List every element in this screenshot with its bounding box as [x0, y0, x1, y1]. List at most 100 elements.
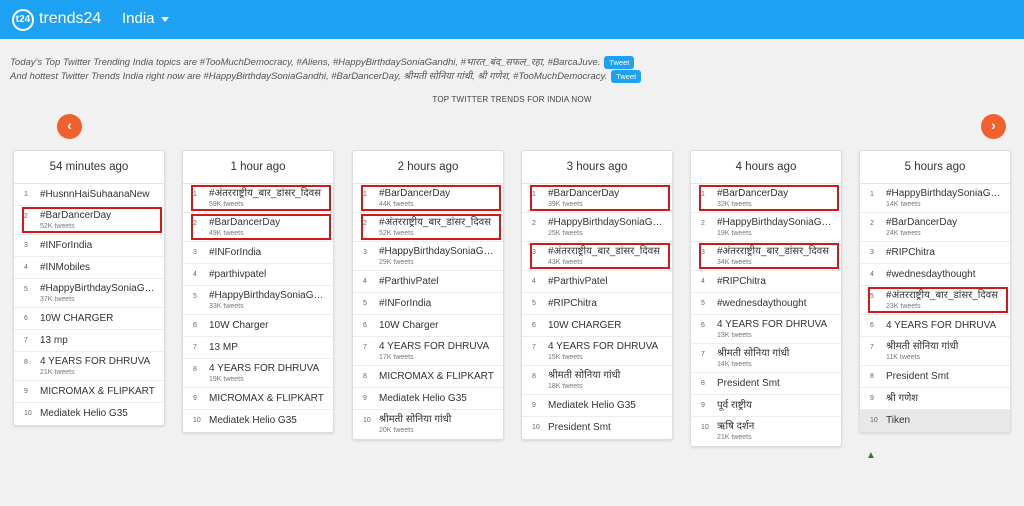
trend-name-link[interactable]: ऋषि दर्शन	[717, 417, 835, 433]
trend-item[interactable]: 8 4 YEARS FOR DHRUVA 21K tweets	[14, 352, 164, 381]
trend-name-link[interactable]: #HappyBirthdaySoniaGandhi	[209, 286, 327, 302]
trend-name-link[interactable]: 4 YEARS FOR DHRUVA	[209, 359, 327, 375]
trend-item[interactable]: 1 #HusnnHaiSuhaanaNew	[14, 184, 164, 206]
trend-name-link[interactable]: #INMobiles	[40, 257, 158, 279]
trend-item[interactable]: 3 #HappyBirthdaySoniaGandhi 29K tweets	[353, 242, 503, 271]
trend-name-link[interactable]: #HappyBirthdaySoniaGandhi	[717, 213, 835, 229]
trend-item[interactable]: 5 #HappyBirthdaySoniaGandhi 37K tweets	[14, 279, 164, 308]
trend-name-link[interactable]: 10W Charger	[379, 315, 497, 337]
trend-name-link[interactable]: श्रीमती सोनिया गांधी	[548, 366, 666, 382]
trend-name-link[interactable]: President Smt	[886, 366, 1004, 388]
trend-item[interactable]: 8 4 YEARS FOR DHRUVA 19K tweets	[183, 359, 333, 388]
trend-item[interactable]: 2 #HappyBirthdaySoniaGandhi 19K tweets	[691, 213, 841, 242]
trend-item[interactable]: 8 President Smt	[860, 366, 1010, 388]
tweet-button[interactable]: Tweet	[611, 69, 642, 83]
trend-name-link[interactable]: #INForIndia	[209, 242, 327, 264]
trend-name-link[interactable]: President Smt	[548, 417, 666, 439]
trend-item[interactable]: 1 #BarDancerDay 44K tweets	[353, 184, 503, 213]
trend-name-link[interactable]: 13 mp	[40, 330, 158, 352]
trend-item[interactable]: 2 #अंतरराष्ट्रीय_बार_डांसर_दिवस 52K tweets	[353, 213, 503, 242]
trend-item[interactable]: 4 #INMobiles	[14, 257, 164, 279]
trend-name-link[interactable]: #अंतरराष्ट्रीय_बार_डांसर_दिवस	[886, 286, 1004, 302]
trend-item[interactable]: 5 #RIPChitra	[522, 293, 672, 315]
trend-name-link[interactable]: 4 YEARS FOR DHRUVA	[548, 337, 666, 353]
trend-item[interactable]: 7 श्रीमती सोनिया गांधी 11K tweets	[860, 337, 1010, 366]
next-arrow-icon[interactable]: ›	[981, 114, 1006, 139]
trend-name-link[interactable]: MICROMAX & FLIPKART	[379, 366, 497, 388]
trend-item[interactable]: 8 President Smt	[691, 373, 841, 395]
trend-item[interactable]: 10 श्रीमती सोनिया गांधी 20K tweets	[353, 410, 503, 439]
trend-item[interactable]: 8 श्रीमती सोनिया गांधी 18K tweets	[522, 366, 672, 395]
trend-name-link[interactable]: #BarDancerDay	[379, 184, 497, 200]
trend-name-link[interactable]: Mediatek Helio G35	[209, 410, 327, 432]
trend-item[interactable]: 5 #INForIndia	[353, 293, 503, 315]
trend-name-link[interactable]: #अंतरराष्ट्रीय_बार_डांसर_दिवस	[717, 242, 835, 258]
trend-item[interactable]: 9 श्री गणेश	[860, 388, 1010, 410]
trend-item[interactable]: 6 4 YEARS FOR DHRUVA 13K tweets	[691, 315, 841, 344]
trend-item[interactable]: 9 MICROMAX & FLIPKART	[183, 388, 333, 410]
trend-item[interactable]: 10 Tiken	[860, 410, 1010, 432]
trend-item[interactable]: 6 10W Charger	[183, 315, 333, 337]
trend-item[interactable]: 7 13 mp	[14, 330, 164, 352]
trend-name-link[interactable]: #अंतरराष्ट्रीय_बार_डांसर_दिवस	[379, 213, 497, 229]
trend-name-link[interactable]: #BarDancerDay	[717, 184, 835, 200]
trend-name-link[interactable]: #BarDancerDay	[40, 206, 158, 222]
trend-name-link[interactable]: पूर्व राष्ट्रीय	[717, 395, 835, 417]
prev-arrow-icon[interactable]: ‹	[57, 114, 82, 139]
trend-name-link[interactable]: 4 YEARS FOR DHRUVA	[379, 337, 497, 353]
trend-item[interactable]: 5 #HappyBirthdaySoniaGandhi 33K tweets	[183, 286, 333, 315]
trend-item[interactable]: 9 Mediatek Helio G35	[353, 388, 503, 410]
trend-name-link[interactable]: 4 YEARS FOR DHRUVA	[717, 315, 835, 331]
trend-item[interactable]: 1 #BarDancerDay 39K tweets	[522, 184, 672, 213]
trend-item[interactable]: 4 #ParthivPatel	[522, 271, 672, 293]
trend-item[interactable]: 4 #ParthivPatel	[353, 271, 503, 293]
trend-name-link[interactable]: #HappyBirthdaySoniaGandhi	[40, 279, 158, 295]
trend-name-link[interactable]: MICROMAX & FLIPKART	[40, 381, 158, 403]
trend-item[interactable]: 7 4 YEARS FOR DHRUVA 17K tweets	[353, 337, 503, 366]
trend-item[interactable]: 7 4 YEARS FOR DHRUVA 15K tweets	[522, 337, 672, 366]
trend-name-link[interactable]: श्रीमती सोनिया गांधी	[886, 337, 1004, 353]
trend-item[interactable]: 5 #wednesdaythought	[691, 293, 841, 315]
trend-item[interactable]: 6 10W CHARGER	[14, 308, 164, 330]
trend-name-link[interactable]: #BarDancerDay	[209, 213, 327, 229]
trend-name-link[interactable]: Tiken	[886, 410, 1004, 432]
trend-name-link[interactable]: #INForIndia	[379, 293, 497, 315]
trend-name-link[interactable]: #INForIndia	[40, 235, 158, 257]
trend-name-link[interactable]: Mediatek Helio G35	[40, 403, 158, 425]
trend-item[interactable]: 1 #BarDancerDay 32K tweets	[691, 184, 841, 213]
trend-item[interactable]: 3 #RIPChitra	[860, 242, 1010, 264]
trend-item[interactable]: 2 #BarDancerDay 52K tweets	[14, 206, 164, 235]
trend-name-link[interactable]: Mediatek Helio G35	[548, 395, 666, 417]
trend-item[interactable]: 4 #RIPChitra	[691, 271, 841, 293]
trend-item[interactable]: 6 10W Charger	[353, 315, 503, 337]
trend-name-link[interactable]: 10W CHARGER	[548, 315, 666, 337]
trend-item[interactable]: 7 श्रीमती सोनिया गांधी 14K tweets	[691, 344, 841, 373]
trend-item[interactable]: 10 ऋषि दर्शन 21K tweets	[691, 417, 841, 446]
trend-item[interactable]: 10 Mediatek Helio G35	[14, 403, 164, 425]
trend-item[interactable]: 10 President Smt	[522, 417, 672, 439]
trend-name-link[interactable]: #ParthivPatel	[548, 271, 666, 293]
trend-item[interactable]: 1 #HappyBirthdaySoniaGandhi 14K tweets	[860, 184, 1010, 213]
brand-name[interactable]: trends24	[39, 10, 101, 28]
trend-name-link[interactable]: #parthivpatel	[209, 264, 327, 286]
trend-name-link[interactable]: #wednesdaythought	[717, 293, 835, 315]
country-selector[interactable]: India	[122, 10, 169, 27]
trend-name-link[interactable]: #अंतरराष्ट्रीय_बार_डांसर_दिवस	[548, 242, 666, 258]
trend-name-link[interactable]: श्रीमती सोनिया गांधी	[379, 410, 497, 426]
trend-name-link[interactable]: #ParthivPatel	[379, 271, 497, 293]
trends24-logo-icon[interactable]: t24	[12, 9, 34, 31]
trend-name-link[interactable]: MICROMAX & FLIPKART	[209, 388, 327, 410]
trend-item[interactable]: 8 MICROMAX & FLIPKART	[353, 366, 503, 388]
trend-item[interactable]: 4 #wednesdaythought	[860, 264, 1010, 286]
trend-name-link[interactable]: 4 YEARS FOR DHRUVA	[886, 315, 1004, 337]
trend-item[interactable]: 3 #INForIndia	[14, 235, 164, 257]
trend-item[interactable]: 6 4 YEARS FOR DHRUVA	[860, 315, 1010, 337]
trend-item[interactable]: 4 #parthivpatel	[183, 264, 333, 286]
trend-name-link[interactable]: #wednesdaythought	[886, 264, 1004, 286]
trend-name-link[interactable]: President Smt	[717, 373, 835, 395]
tweet-button[interactable]: Tweet	[604, 55, 635, 69]
trend-item[interactable]: 3 #INForIndia	[183, 242, 333, 264]
trend-name-link[interactable]: #अंतरराष्ट्रीय_बार_डांसर_दिवस	[209, 184, 327, 200]
trend-name-link[interactable]: 13 MP	[209, 337, 327, 359]
trend-item[interactable]: 2 #BarDancerDay 49K tweets	[183, 213, 333, 242]
